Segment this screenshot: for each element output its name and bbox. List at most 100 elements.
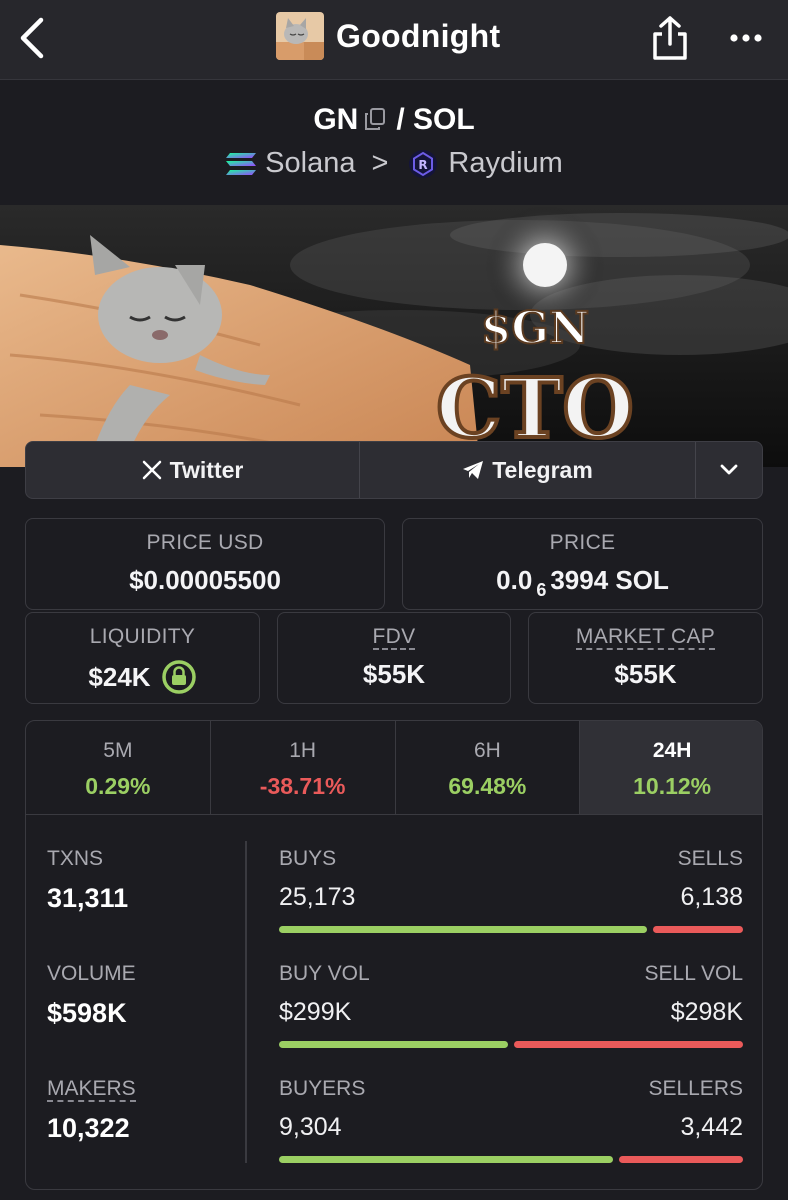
fdv-value: $55K xyxy=(362,659,426,689)
txns-value: 31,311 xyxy=(47,883,129,913)
expand-links-button[interactable] xyxy=(696,442,762,498)
lock-icon[interactable] xyxy=(161,659,197,695)
price-native-value: 0.0 6 3994 SOL xyxy=(403,565,762,601)
tab-6h[interactable]: 6H 69.48% xyxy=(396,721,581,814)
more-icon xyxy=(730,34,762,42)
timeframe-tabs: 5M 0.29% 1H -38.71% 6H 69.48% 24H 10.12% xyxy=(26,721,762,815)
copy-icon[interactable] xyxy=(364,105,386,139)
sellers-label: SELLERS xyxy=(648,1077,743,1100)
txns-label: TXNS xyxy=(47,847,104,870)
tab-label: 1H xyxy=(289,739,317,762)
social-links: Twitter Telegram xyxy=(25,441,763,499)
tab-change: 10.12% xyxy=(633,773,712,799)
tab-1h[interactable]: 1H -38.71% xyxy=(211,721,396,814)
buy-bar xyxy=(279,1156,613,1163)
tab-label: 6H xyxy=(473,739,501,762)
share-button[interactable] xyxy=(650,14,690,62)
buy-vol-label: BUY VOL xyxy=(279,962,370,985)
buy-bar xyxy=(279,926,647,933)
sell-bar xyxy=(514,1041,743,1048)
buyers-label: BUYERS xyxy=(279,1077,366,1100)
pair-separator: / xyxy=(396,103,405,136)
raydium-icon: R xyxy=(409,149,438,178)
chevron-down-icon xyxy=(720,464,738,475)
market-cap-label-wrap: MARKET CAP xyxy=(529,625,762,650)
liquidity-label: LIQUIDITY xyxy=(89,625,196,648)
volume-label: VOLUME xyxy=(47,962,136,985)
txns-stat: TXNS 31,311 xyxy=(47,847,128,914)
sell-vol-label: SELL VOL xyxy=(644,962,743,985)
fdv-label[interactable]: FDV xyxy=(372,625,416,650)
chain-breadcrumb: Solana > R Raydium xyxy=(0,147,788,180)
tab-change: -38.71% xyxy=(259,773,346,799)
twitter-label: Twitter xyxy=(169,456,244,483)
volume-value: $598K xyxy=(47,998,127,1028)
chain-link[interactable]: Solana xyxy=(265,147,355,180)
price-usd-label: PRICE USD xyxy=(146,531,264,554)
market-cap-card: MARKET CAP $55K xyxy=(528,612,763,704)
pair-symbol: GN / SOL xyxy=(0,103,788,139)
market-cap-label[interactable]: MARKET CAP xyxy=(575,625,716,650)
buyers-value: 9,304 xyxy=(279,1113,342,1141)
telegram-icon xyxy=(462,460,484,480)
buy-bar xyxy=(279,1041,508,1048)
banner-ticker: $GN xyxy=(481,303,589,354)
fdv-card: FDV $55K xyxy=(277,612,511,704)
buys-sells-row: BUYS SELLS 25,173 6,138 xyxy=(279,847,743,933)
tab-5m[interactable]: 5M 0.29% xyxy=(26,721,211,814)
token-avatar xyxy=(276,12,324,60)
more-button[interactable] xyxy=(727,28,767,48)
makers-stat: MAKERS 10,322 xyxy=(47,1077,136,1144)
buy-vol-value: $299K xyxy=(279,998,352,1026)
sells-label: SELLS xyxy=(677,847,743,870)
svg-text:R: R xyxy=(419,158,428,172)
base-symbol: GN xyxy=(313,103,359,136)
chevron-right-icon: > xyxy=(371,147,389,179)
sell-bar xyxy=(619,1156,743,1163)
price-native-card: PRICE 0.0 6 3994 SOL xyxy=(402,518,763,610)
price-usd-value: $0.00005500 xyxy=(129,565,281,595)
top-bar: Goodnight xyxy=(0,0,788,80)
pair-header: GN / SOL Solana > R Raydium xyxy=(0,81,788,205)
liquidity-amount: $24K xyxy=(88,661,151,692)
sell-vol-value: $298K xyxy=(670,998,743,1026)
volume-stat: VOLUME $598K xyxy=(47,962,136,1029)
price-usd-card: PRICE USD $0.00005500 xyxy=(25,518,385,610)
x-icon xyxy=(142,460,162,480)
makers-value: 10,322 xyxy=(47,1113,130,1143)
back-button[interactable] xyxy=(14,12,54,64)
makers-label-wrap: MAKERS xyxy=(47,1077,136,1102)
solana-icon xyxy=(226,152,257,175)
buys-sells-bar xyxy=(279,926,743,933)
tab-change: 69.48% xyxy=(448,773,527,799)
buys-label: BUYS xyxy=(279,847,337,870)
tab-24h[interactable]: 24H 10.12% xyxy=(580,721,762,814)
stats-panel: 5M 0.29% 1H -38.71% 6H 69.48% 24H 10.12%… xyxy=(25,720,763,1190)
liquidity-value: $24K xyxy=(26,659,259,695)
tab-label: 24H xyxy=(652,739,692,762)
token-title: Goodnight xyxy=(276,12,500,60)
telegram-button[interactable]: Telegram xyxy=(360,442,696,498)
makers-label[interactable]: MAKERS xyxy=(47,1077,136,1102)
telegram-label: Telegram xyxy=(492,456,593,483)
token-name: Goodnight xyxy=(336,17,501,54)
buyers-sellers-bar xyxy=(279,1156,743,1163)
market-cap-value: $55K xyxy=(614,659,677,689)
dex-link[interactable]: Raydium xyxy=(448,147,562,180)
sellers-value: 3,442 xyxy=(680,1113,743,1141)
twitter-button[interactable]: Twitter xyxy=(26,442,360,498)
price-prefix: 0.0 xyxy=(496,565,533,595)
tab-change: 0.29% xyxy=(85,773,151,799)
fdv-label-wrap: FDV xyxy=(278,625,510,650)
buyers-sellers-row: BUYERS SELLERS 9,304 3,442 xyxy=(279,1077,743,1163)
divider xyxy=(245,841,247,1163)
quote-symbol: SOL xyxy=(413,103,475,136)
sell-bar xyxy=(653,926,743,933)
liquidity-card: LIQUIDITY $24K xyxy=(25,612,260,704)
share-icon xyxy=(653,16,687,60)
tab-label: 5M xyxy=(103,739,133,762)
price-suffix: 3994 SOL xyxy=(550,565,669,595)
sells-value: 6,138 xyxy=(680,883,743,911)
token-banner: $GN CTO xyxy=(0,205,788,467)
price-zero-count: 6 xyxy=(536,580,547,600)
